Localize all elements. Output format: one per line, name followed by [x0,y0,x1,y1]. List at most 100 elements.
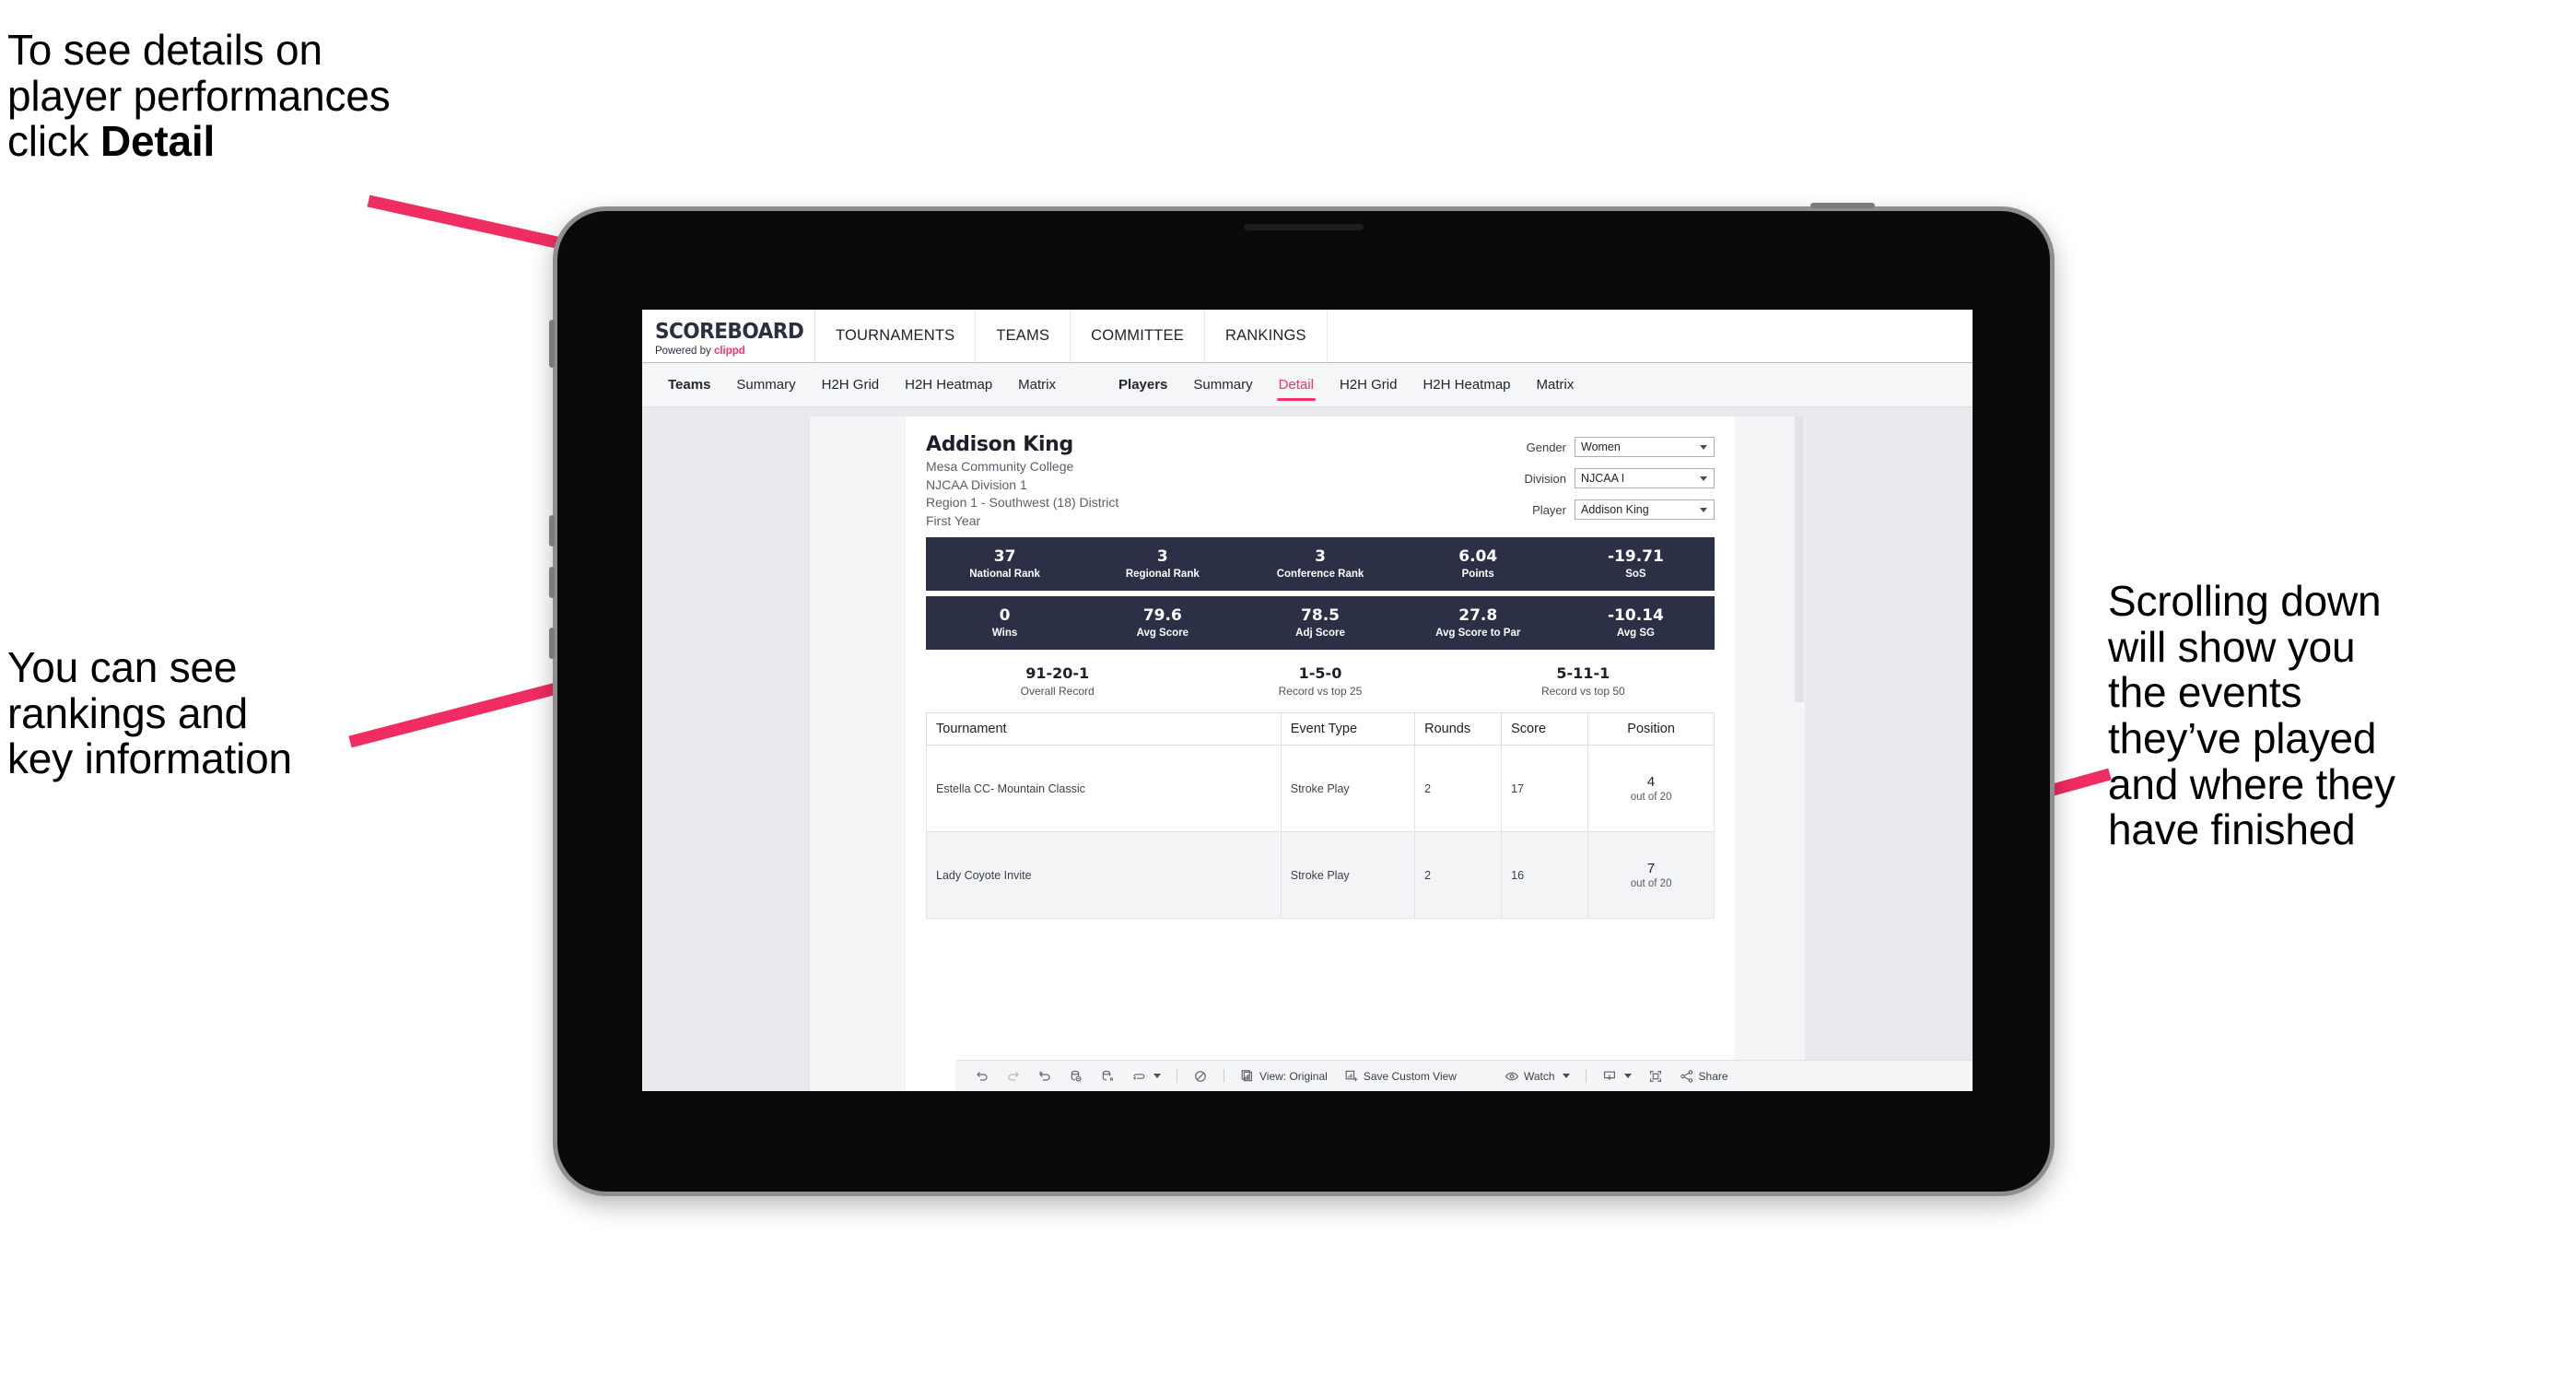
stats-bar-rankings: 37 National Rank 3 Regional Rank 3 Confe… [926,537,1715,591]
fullscreen-button[interactable] [1640,1061,1671,1092]
stat-value: 27.8 [1458,606,1498,626]
scoreboard-logo[interactable]: SCOREBOARD Powered by clippd [642,310,815,362]
table-header-row: Tournament Event Type Rounds Score Posit… [926,712,1715,746]
watch-label: Watch [1523,1069,1555,1083]
record-vs-top-50: 5-11-1 Record vs top 50 [1452,664,1715,698]
device-mute-button[interactable] [549,628,555,659]
cell-event-type: Stroke Play [1280,745,1416,832]
share-icon [1680,1069,1692,1083]
tab-teams-summary[interactable]: Summary [723,363,808,407]
stat-points: 6.04 Points [1399,548,1557,580]
stat-avg-score: 79.6 Avg Score [1083,607,1241,639]
nav-item-teams[interactable]: TEAMS [976,310,1071,362]
undo-button[interactable] [966,1061,998,1092]
pause-refresh-button[interactable] [1185,1061,1216,1092]
cell-score: 16 [1501,831,1589,919]
division-select-value: NJCAA I [1581,472,1625,485]
save-custom-view-button[interactable]: Save Custom View [1336,1061,1465,1092]
nav-item-rankings[interactable]: RANKINGS [1205,310,1328,362]
table-row[interactable]: Lady Coyote Invite Stroke Play 2 16 7 ou… [926,831,1715,919]
column-header-event-type[interactable]: Event Type [1280,712,1416,746]
player-region: Region 1 - Southwest (18) District [926,495,1119,511]
column-header-tournament[interactable]: Tournament [926,712,1282,746]
filter-row-gender: Gender Women [1524,437,1715,457]
stat-label: National Rank [969,568,1040,580]
record-value: 91-20-1 [1025,664,1090,682]
chevron-down-icon [1562,1074,1570,1078]
tab-players-summary[interactable]: Summary [1180,363,1265,407]
stat-regional-rank: 3 Regional Rank [1083,548,1241,580]
device-power-button[interactable] [549,320,555,368]
record-label: Record vs top 50 [1540,685,1625,698]
tab-teams-matrix[interactable]: Matrix [1005,363,1069,407]
position-out-of: out of 20 [1630,792,1672,803]
stat-label: Points [1461,568,1494,580]
annotation-rankings: You can see rankings and key information [7,643,292,783]
stat-label: Avg Score to Par [1435,627,1521,639]
share-button[interactable]: Share [1671,1061,1737,1092]
stat-avg-score-to-par: 27.8 Avg Score to Par [1399,607,1557,639]
download-button[interactable] [1594,1061,1640,1092]
annotation-detail-bold: Detail [100,117,216,166]
refresh-data-button[interactable] [1060,1061,1092,1092]
gender-select[interactable]: Women [1575,437,1715,457]
stat-national-rank: 37 National Rank [926,548,1083,580]
tab-players-h2h-grid[interactable]: H2H Grid [1327,363,1411,407]
record-overall: 91-20-1 Overall Record [926,664,1188,698]
chevron-down-icon [1623,1074,1632,1078]
stat-label: Wins [991,627,1018,639]
tab-teams[interactable]: Teams [655,363,723,407]
player-detail-card: Addison King Mesa Community College NJCA… [906,417,1735,1091]
redo-button[interactable] [998,1061,1029,1092]
report-sheet: Addison King Mesa Community College NJCA… [810,417,1805,1091]
stat-value: 79.6 [1142,606,1182,626]
pause-updates-dropdown[interactable] [1123,1061,1169,1092]
device-volume-down-button[interactable] [549,567,555,598]
tab-teams-h2h-heatmap[interactable]: H2H Heatmap [892,363,1005,407]
filter-row-player: Player Addison King [1524,499,1715,520]
save-custom-view-icon [1345,1070,1358,1081]
device-top-button[interactable] [1810,203,1875,208]
viz-bottom-toolbar: View: Original Save Custom View Watch Sh… [955,1060,1973,1091]
pause-auto-update-button[interactable] [1092,1061,1123,1092]
stat-sos: -19.71 SoS [1557,548,1715,580]
nav-item-tournaments[interactable]: TOURNAMENTS [815,310,977,362]
records-row: 91-20-1 Overall Record 1-5-0 Record vs t… [926,664,1715,698]
player-select[interactable]: Addison King [1575,499,1715,520]
logo-wordmark: SCOREBOARD [655,320,804,344]
nav-item-committee[interactable]: COMMITTEE [1071,310,1205,362]
stat-value: -19.71 [1608,547,1664,567]
column-header-position[interactable]: Position [1587,712,1715,746]
column-header-rounds[interactable]: Rounds [1414,712,1503,746]
section-tab-bar: Teams Summary H2H Grid H2H Heatmap Matri… [642,363,1973,407]
annotation-scrolling: Scrolling down will show you the events … [2108,577,2395,854]
browser-viewport: SCOREBOARD Powered by clippd TOURNAMENTS… [642,310,1973,1091]
record-vs-top-25: 1-5-0 Record vs top 25 [1188,664,1451,698]
tab-players-matrix[interactable]: Matrix [1524,363,1587,407]
tab-players-detail[interactable]: Detail [1266,363,1327,407]
watch-button[interactable]: Watch [1496,1061,1578,1092]
stat-label: SoS [1625,568,1646,580]
table-row[interactable]: Estella CC- Mountain Classic Stroke Play… [926,745,1715,832]
stat-value: 3 [1315,547,1326,567]
stat-label: Regional Rank [1125,568,1200,580]
column-header-score[interactable]: Score [1501,712,1589,746]
revert-button[interactable] [1029,1061,1060,1092]
device-volume-up-button[interactable] [549,515,555,546]
player-school: Mesa Community College [926,459,1074,474]
division-select[interactable]: NJCAA I [1575,468,1715,488]
cell-position: 4 out of 20 [1587,745,1715,832]
tab-players[interactable]: Players [1106,363,1180,407]
tab-teams-h2h-grid[interactable]: H2H Grid [809,363,893,407]
filter-label-gender: Gender [1526,440,1566,454]
sheet-scrollbar[interactable] [1795,417,1804,702]
view-original-button[interactable]: View: Original [1232,1061,1336,1092]
chevron-down-icon [1153,1074,1161,1078]
tab-players-h2h-heatmap[interactable]: H2H Heatmap [1410,363,1523,407]
stat-value: 78.5 [1301,606,1340,626]
view-original-icon [1241,1069,1253,1081]
cell-position: 7 out of 20 [1587,831,1715,919]
dashboard-content-area: Addison King Mesa Community College NJCA… [642,407,1973,1091]
gender-select-value: Women [1581,440,1621,453]
